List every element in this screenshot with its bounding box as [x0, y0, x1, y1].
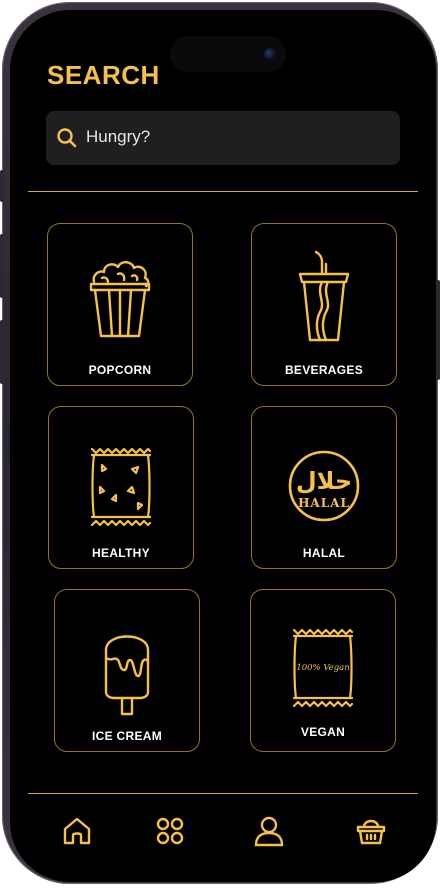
category-label: HALAL — [302, 546, 346, 560]
nav-home[interactable] — [60, 814, 94, 848]
cup-with-straw-icon — [298, 250, 350, 342]
category-card-healthy[interactable]: HEALTHY — [48, 406, 194, 569]
volume-down-button — [0, 320, 4, 384]
action-button — [0, 170, 4, 202]
phone-frame: SEARCH Hungry? POPCORN BEVERAGES HEALTHY… — [0, 2, 440, 884]
ice-cream-bar-icon — [104, 635, 150, 716]
search-input[interactable]: Hungry? — [86, 127, 150, 147]
header-divider — [28, 191, 418, 192]
power-button — [436, 280, 440, 380]
search-icon — [57, 128, 77, 148]
page-title: SEARCH — [47, 60, 160, 90]
category-label: HEALTHY — [92, 546, 150, 560]
volume-up-button — [0, 234, 4, 298]
halal-arabic-text: حلال — [296, 467, 352, 495]
halal-latin-text: HALAL — [298, 496, 350, 510]
nav-categories[interactable] — [153, 814, 187, 848]
category-card-vegan[interactable]: 100% Vegan VEGAN — [250, 589, 396, 752]
nav-basket[interactable] — [354, 814, 388, 848]
grid-icon — [156, 817, 184, 845]
home-icon — [63, 817, 91, 845]
search-bar[interactable]: Hungry? — [46, 111, 400, 165]
category-card-popcorn[interactable]: POPCORN — [47, 223, 193, 386]
vegan-bag-text: 100% Vegan — [296, 663, 349, 673]
nav-profile[interactable] — [252, 814, 286, 848]
category-label: VEGAN — [300, 725, 346, 739]
category-label: ICE CREAM — [91, 729, 163, 743]
user-icon — [254, 816, 284, 847]
category-card-halal[interactable]: حلال HALAL HALAL — [251, 406, 397, 569]
camera-icon — [264, 48, 276, 60]
category-label: BEVERAGES — [284, 363, 364, 377]
bottom-nav — [10, 792, 436, 882]
category-card-ice-cream[interactable]: ICE CREAM — [54, 589, 200, 752]
dynamic-island — [170, 36, 286, 72]
category-label: POPCORN — [88, 363, 152, 377]
snack-bag-icon — [90, 447, 152, 527]
halal-seal-icon: حلال HALAL — [288, 450, 360, 522]
category-card-beverages[interactable]: BEVERAGES — [251, 223, 397, 386]
screen: SEARCH Hungry? POPCORN BEVERAGES HEALTHY… — [10, 10, 436, 882]
vegan-bag-icon: 100% Vegan — [292, 628, 354, 708]
popcorn-icon — [89, 261, 151, 338]
basket-icon — [356, 819, 386, 845]
